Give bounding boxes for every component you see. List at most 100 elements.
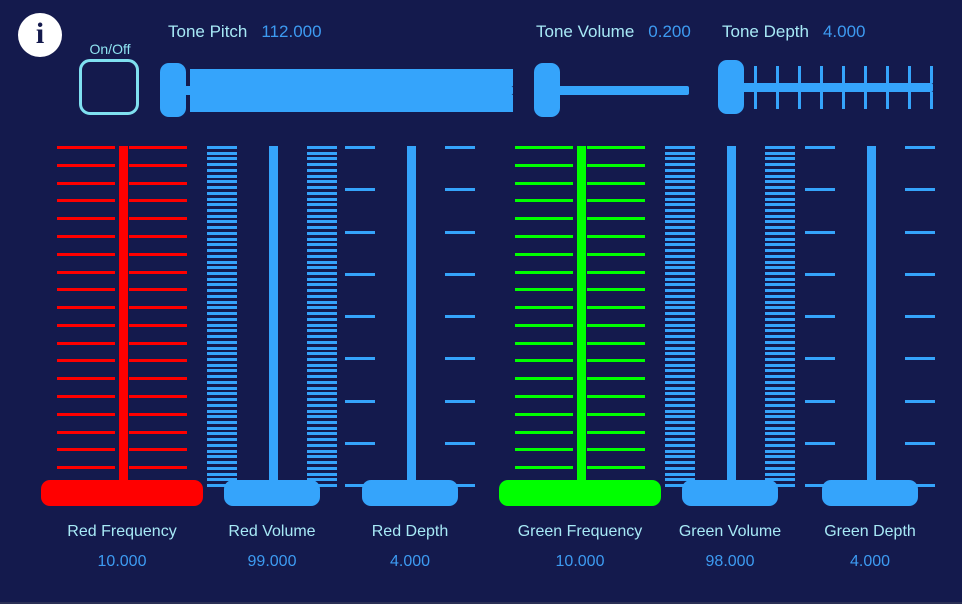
slider-tick [665,426,695,430]
slider-tick [842,66,845,83]
slider-track-red-frequency[interactable] [41,140,203,506]
slider-tick [665,340,695,344]
slider-tick [129,199,187,203]
slider-tick [207,375,237,379]
slider-tick [665,380,695,384]
slider-tick [207,443,237,447]
slider-tick [129,270,187,274]
slider-tick [129,430,187,434]
slider-tick [665,375,695,379]
slider-handle-green-frequency[interactable] [499,480,661,506]
slider-track-green-depth[interactable] [790,140,950,506]
slider-tick [665,272,695,276]
slider-tick [587,234,645,238]
slider-tick [587,181,645,185]
slider-tick [207,231,237,235]
slider-tick [57,270,115,274]
slider-tick [665,146,695,149]
slider-tick [207,168,237,172]
slider-track-line [160,86,513,95]
slider-tick [207,174,237,178]
slider-tick [798,66,801,83]
slider-track-green-frequency[interactable] [499,140,661,506]
slider-tick [908,92,911,109]
onoff-control: On/Off [78,41,142,115]
slider-tick [665,277,695,281]
info-icon-glyph: i [35,17,45,50]
slider-tick [908,66,911,83]
slider-handle-green-depth[interactable] [822,480,918,506]
slider-tick [587,466,645,470]
slider-tick [57,395,115,399]
slider-tick [515,163,573,167]
slider-handle-red-depth[interactable] [362,480,458,506]
slider-tick [207,260,237,264]
slider-tick [207,466,237,470]
vertical-slider-red-volume: Red Volume 99.000 [192,140,352,600]
slider-tick [207,203,237,207]
slider-tick [905,315,935,318]
slider-tick [665,254,695,258]
slider-tick [57,323,115,327]
slider-tick [665,237,695,241]
slider-tick [207,398,237,402]
slider-tick [665,438,695,442]
onoff-toggle-button[interactable] [79,59,139,115]
slider-tick [515,466,573,470]
control-panel: i On/Off Tone Pitch 112.000 Tone Volume 0.2… [0,0,962,604]
slider-tick [57,252,115,256]
vertical-slider-red-frequency: Red Frequency 10.000 [41,140,203,600]
slider-tick [129,466,187,470]
slider-tick [665,163,695,167]
slider-tick [207,220,237,224]
slider-track-tone-volume[interactable] [534,63,689,117]
slider-tick [57,448,115,452]
slider-tick [665,398,695,402]
slider-tick [905,357,935,361]
slider-handle-tone-pitch[interactable] [160,63,186,117]
slider-tick [207,180,237,184]
slider-track-tone-depth[interactable] [718,60,933,114]
slider-tick [207,352,237,356]
slider-tick [207,300,237,304]
slider-track-red-volume[interactable] [192,140,352,506]
slider-tick [864,92,867,109]
slider-tick [665,289,695,293]
slider-tick [665,392,695,396]
slider-track-red-depth[interactable] [330,140,490,506]
slider-tick [445,399,475,403]
slider-tick [798,92,801,109]
slider-tick [57,199,115,203]
slider-tick [587,252,645,256]
slider-tick [587,430,645,434]
slider-tick [207,432,237,436]
slider-tick [207,272,237,276]
slider-handle-tone-volume[interactable] [534,63,560,117]
slider-tick [445,272,475,276]
slider-tick [129,323,187,327]
slider-tick [207,283,237,287]
slider-track-green-volume[interactable] [650,140,810,506]
slider-tick [57,359,115,363]
slider-tick [665,461,695,465]
slider-track-tone-pitch[interactable] [160,63,513,117]
slider-tick [886,92,889,109]
slider-handle-green-volume[interactable] [682,480,778,506]
slider-tick [665,203,695,207]
slider-tick [207,392,237,396]
slider-handle-tone-depth[interactable] [718,60,744,114]
slider-tick [754,66,757,83]
slider-tick [665,409,695,413]
slider-tick [345,188,375,192]
slider-tick [445,441,475,445]
slider-handle-red-volume[interactable] [224,480,320,506]
info-icon[interactable]: i [18,13,62,57]
slider-tick [207,249,237,253]
slider-tick [515,217,573,221]
slider-tick [345,272,375,276]
slider-tick [665,472,695,476]
slider-tick [665,420,695,424]
slider-handle-red-frequency[interactable] [41,480,203,506]
slider-tick [842,92,845,109]
slider-tick [905,441,935,445]
